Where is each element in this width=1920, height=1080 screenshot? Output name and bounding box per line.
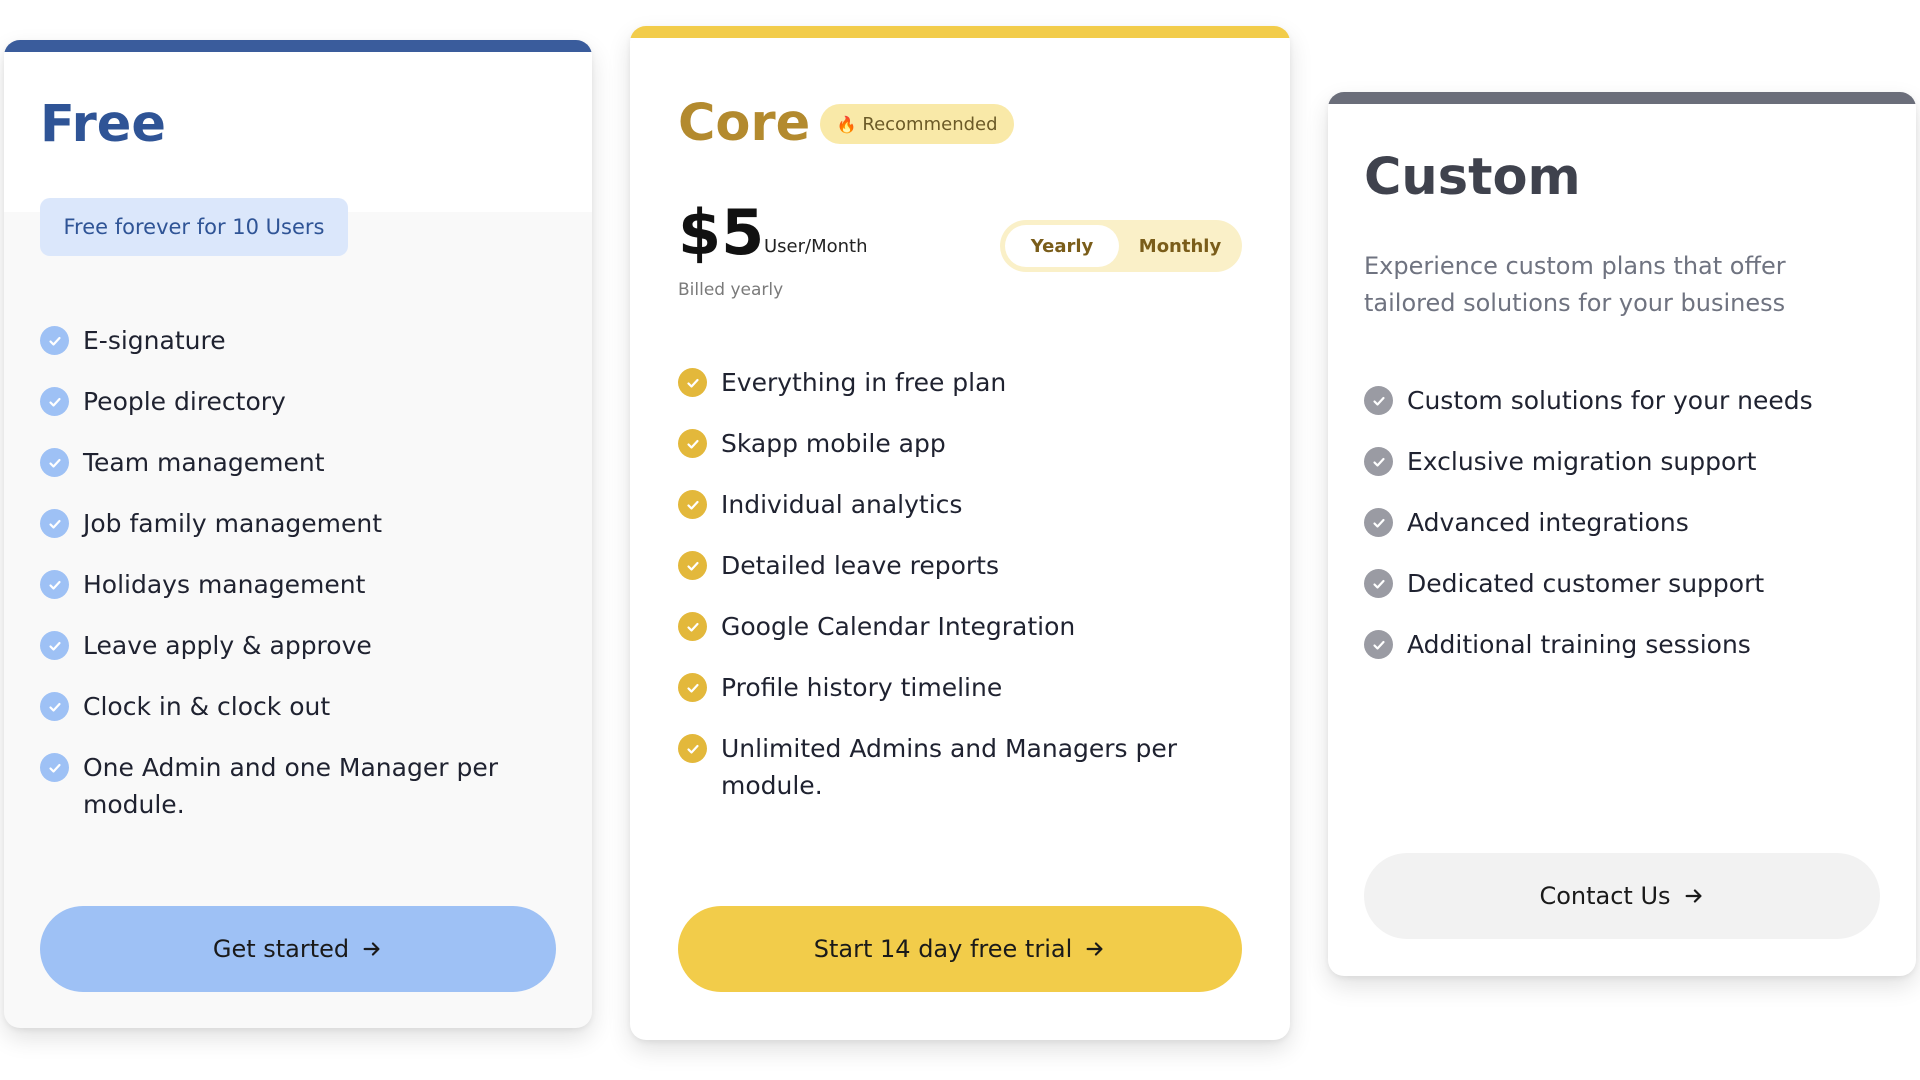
feature-label: Detailed leave reports <box>721 551 999 580</box>
feature-item: One Admin and one Manager per module. <box>40 749 560 823</box>
check-icon <box>678 612 707 641</box>
check-icon <box>40 509 69 538</box>
plan-description: Experience custom plans that offer tailo… <box>1364 252 1786 317</box>
plan-title: Core <box>678 94 811 153</box>
feature-item: Additional training sessions <box>1364 626 1884 663</box>
feature-item: Everything in free plan <box>678 364 1238 401</box>
feature-item: People directory <box>40 383 560 420</box>
check-icon <box>40 570 69 599</box>
check-icon <box>40 448 69 477</box>
feature-label: Team management <box>83 448 325 477</box>
feature-item: Individual analytics <box>678 486 1238 523</box>
feature-item: Clock in & clock out <box>40 688 560 725</box>
button-label: Get started <box>212 935 350 963</box>
free-users-chip: Free forever for 10 Users <box>40 198 348 256</box>
check-icon <box>1364 386 1393 415</box>
plan-accent-bar <box>1328 92 1916 104</box>
feature-list: E-signature People directory Team manageme… <box>40 322 560 847</box>
button-label: Start 14 day free trial <box>813 935 1073 963</box>
feature-label: One Admin and one Manager per module. <box>83 753 498 819</box>
feature-label: Dedicated customer support <box>1407 569 1765 598</box>
feature-item: Detailed leave reports <box>678 547 1238 584</box>
feature-label: Exclusive migration support <box>1407 447 1757 476</box>
feature-label: Unlimited Admins and Managers per module… <box>721 734 1178 800</box>
feature-item: Job family management <box>40 505 560 542</box>
plan-accent-bar <box>630 26 1290 38</box>
feature-item: Google Calendar Integration <box>678 608 1238 645</box>
price-unit: User/Month <box>764 236 868 257</box>
pricing-page: Free Free forever for 10 Users E-signatu… <box>0 0 1920 1080</box>
feature-label: Holidays management <box>83 570 366 599</box>
check-icon <box>678 734 707 763</box>
price: $5 <box>678 196 765 269</box>
check-icon <box>1364 508 1393 537</box>
check-icon <box>1364 630 1393 659</box>
check-icon <box>40 631 69 660</box>
feature-label: People directory <box>83 387 286 416</box>
check-icon <box>40 326 69 355</box>
feature-item: Leave apply & approve <box>40 627 560 664</box>
flame-icon: 🔥 <box>836 114 857 134</box>
plan-card-free: Free Free forever for 10 Users E-signatu… <box>4 40 592 1028</box>
check-icon <box>40 753 69 782</box>
plan-card-custom: Custom Experience custom plans that offe… <box>1328 92 1916 976</box>
feature-label: Job family management <box>83 509 383 538</box>
check-icon <box>40 387 69 416</box>
feature-label: Profile history timeline <box>721 673 1003 702</box>
arrow-right-icon <box>1084 938 1106 960</box>
feature-label: Everything in free plan <box>721 368 1007 397</box>
get-started-button[interactable]: Get started <box>40 906 556 992</box>
feature-label: Advanced integrations <box>1407 508 1689 537</box>
badge-label: Recommended <box>862 113 998 135</box>
toggle-yearly[interactable]: Yearly <box>1005 225 1119 267</box>
billing-note: Billed yearly <box>678 280 784 300</box>
feature-list: Everything in free plan Skapp mobile app I… <box>678 364 1238 828</box>
plan-title: Custom <box>1364 148 1581 207</box>
feature-item: Team management <box>40 444 560 481</box>
feature-label: Additional training sessions <box>1407 630 1751 659</box>
feature-item: Dedicated customer support <box>1364 565 1884 602</box>
start-trial-button[interactable]: Start 14 day free trial <box>678 906 1242 992</box>
check-icon <box>678 368 707 397</box>
feature-list: Custom solutions for your needs Exclusive… <box>1364 382 1884 687</box>
recommended-badge: 🔥 Recommended <box>820 104 1014 144</box>
feature-item: Profile history timeline <box>678 669 1238 706</box>
feature-label: Clock in & clock out <box>83 692 331 721</box>
check-icon <box>678 551 707 580</box>
feature-item: Custom solutions for your needs <box>1364 382 1884 419</box>
check-icon <box>678 429 707 458</box>
check-icon <box>678 673 707 702</box>
feature-item: Holidays management <box>40 566 560 603</box>
feature-item: Skapp mobile app <box>678 425 1238 462</box>
toggle-monthly[interactable]: Monthly <box>1123 225 1237 267</box>
feature-label: Custom solutions for your needs <box>1407 386 1813 415</box>
arrow-right-icon <box>361 938 383 960</box>
feature-label: E-signature <box>83 326 226 355</box>
plan-accent-bar <box>4 40 592 52</box>
feature-label: Leave apply & approve <box>83 631 372 660</box>
plan-card-core: Core 🔥 Recommended $5 User/Month Billed … <box>630 26 1290 1040</box>
check-icon <box>1364 447 1393 476</box>
feature-item: Exclusive migration support <box>1364 443 1884 480</box>
contact-us-button[interactable]: Contact Us <box>1364 853 1880 939</box>
feature-label: Skapp mobile app <box>721 429 946 458</box>
feature-item: Unlimited Admins and Managers per module… <box>678 730 1238 804</box>
feature-item: Advanced integrations <box>1364 504 1884 541</box>
check-icon <box>678 490 707 519</box>
feature-label: Individual analytics <box>721 490 963 519</box>
plan-title: Free <box>40 95 166 154</box>
feature-label: Google Calendar Integration <box>721 612 1076 641</box>
check-icon <box>40 692 69 721</box>
feature-item: E-signature <box>40 322 560 359</box>
check-icon <box>1364 569 1393 598</box>
billing-period-toggle: Yearly Monthly <box>1000 220 1242 272</box>
arrow-right-icon <box>1683 885 1705 907</box>
button-label: Contact Us <box>1539 882 1671 910</box>
